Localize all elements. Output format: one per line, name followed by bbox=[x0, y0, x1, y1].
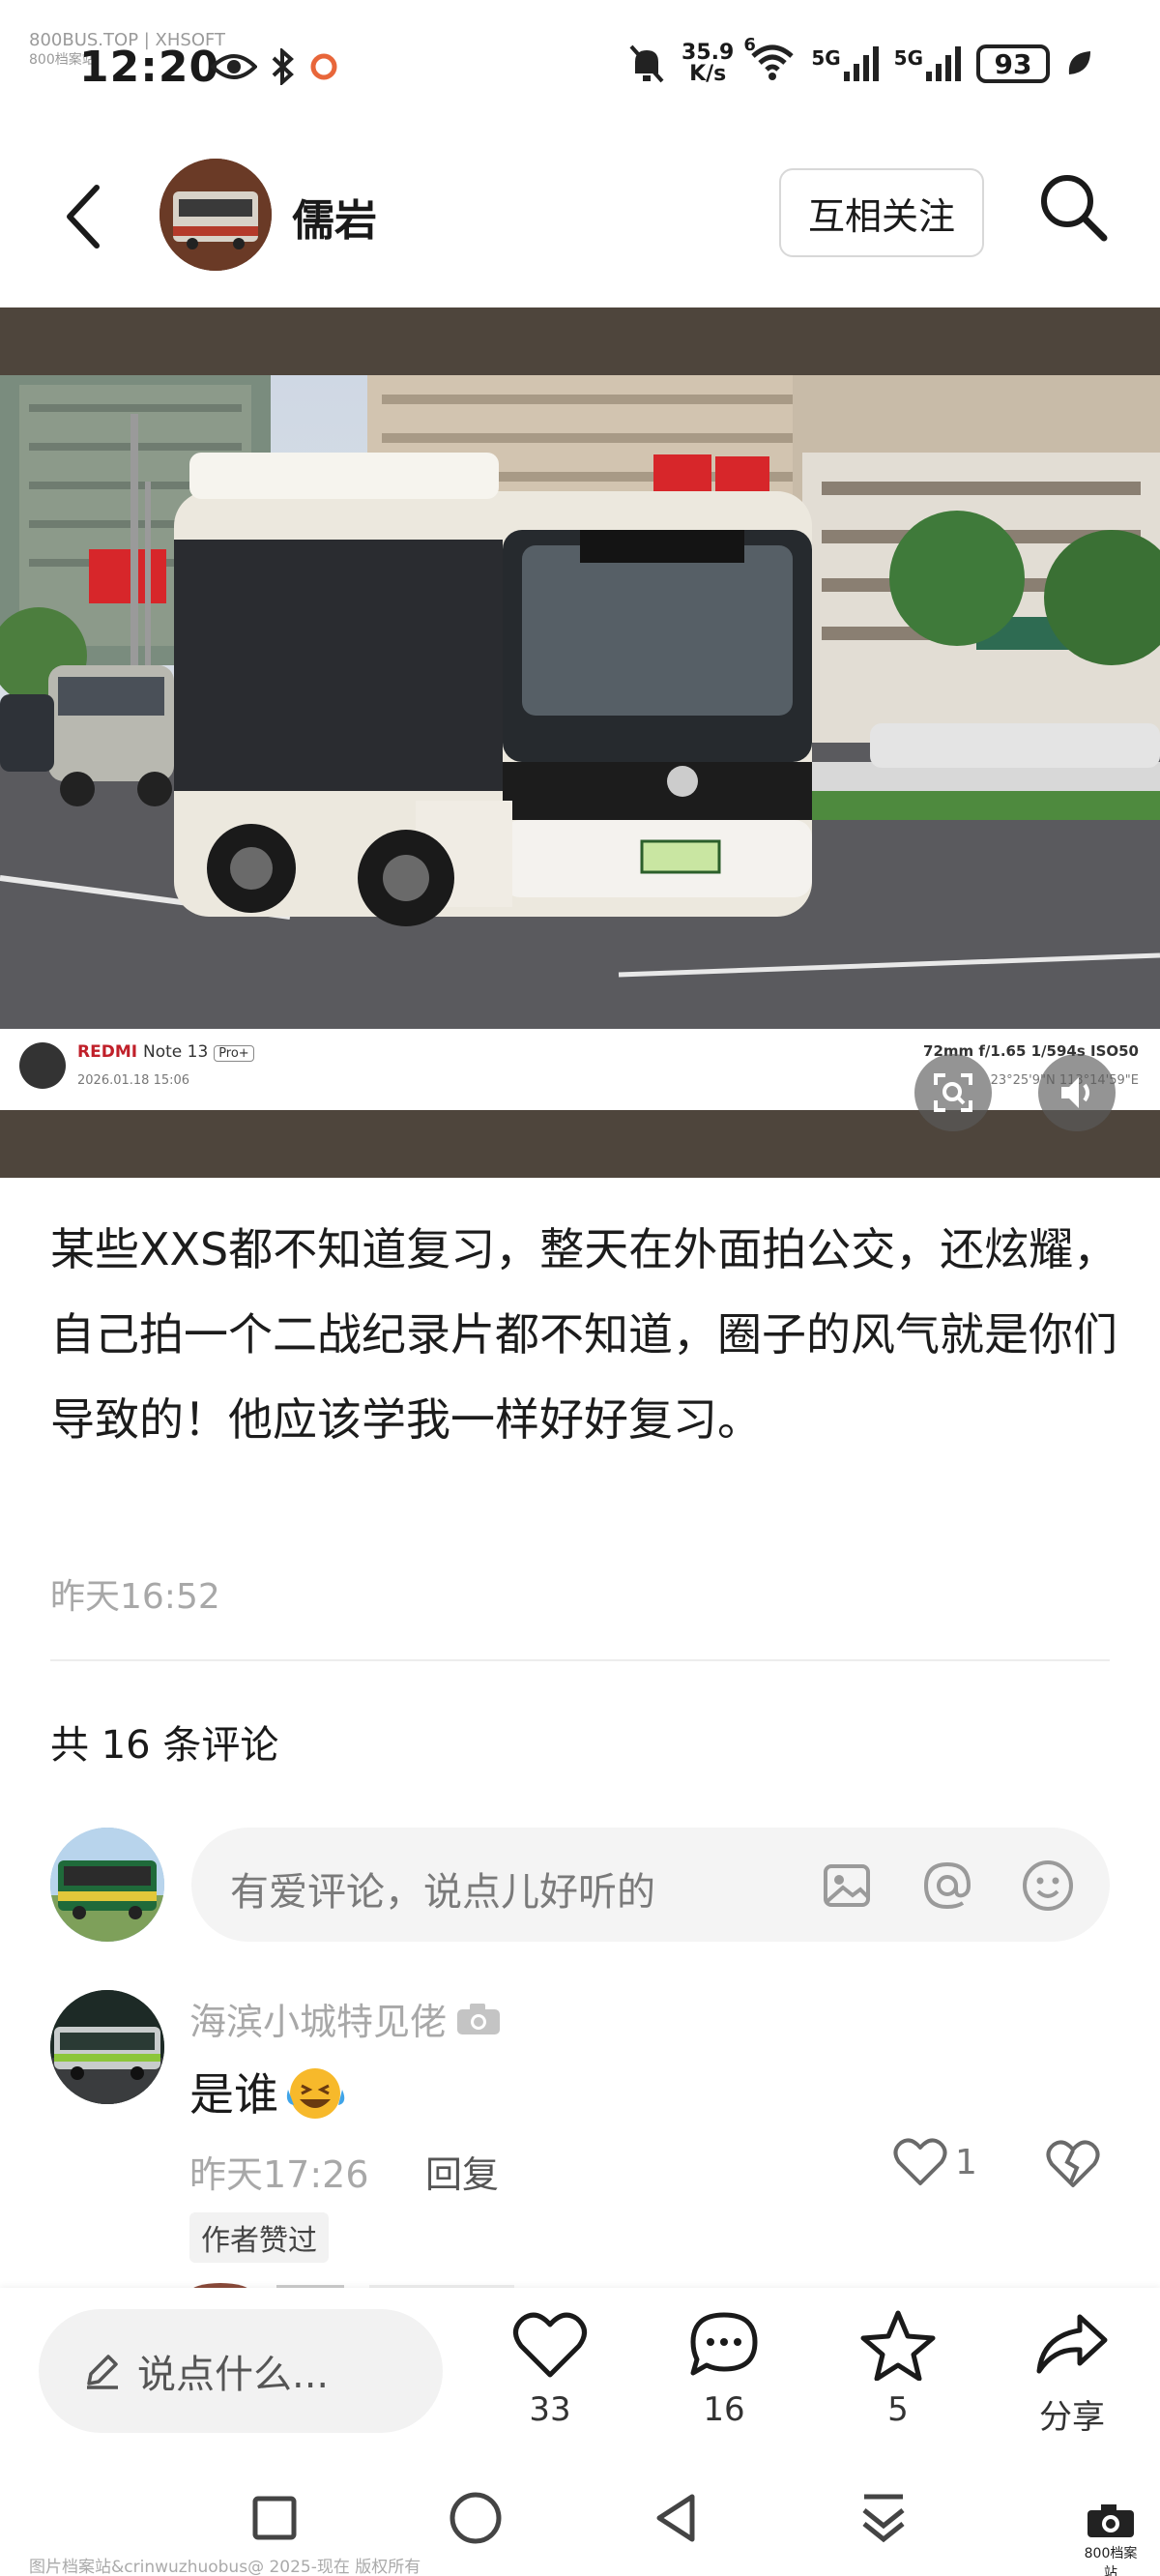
star-button[interactable]: 5 bbox=[835, 2309, 961, 2429]
comment-time: 昨天17:26 bbox=[189, 2153, 369, 2196]
comment-dislike-button[interactable] bbox=[1046, 2139, 1100, 2193]
bottom-action-bar: 说点什么... 33 16 5 分享 bbox=[0, 2288, 1160, 2470]
header: 儒岩 互相关注 bbox=[0, 145, 1160, 290]
speaker-icon bbox=[1061, 1077, 1089, 1108]
post-image-container[interactable]: REDMI Note 13 Pro+ 2026.01.18 15:06 72mm… bbox=[0, 307, 1160, 1178]
signal-2-label: 5G bbox=[893, 46, 923, 70]
pencil-icon bbox=[87, 2355, 118, 2389]
camera-logo-icon bbox=[1088, 2504, 1134, 2537]
camera-logo-icon bbox=[19, 1042, 66, 1089]
exif-brand: REDMI bbox=[77, 1042, 138, 1062]
scan-search-icon bbox=[934, 1073, 972, 1112]
back-button[interactable] bbox=[58, 180, 112, 253]
say-something-placeholder: 说点什么... bbox=[137, 2353, 330, 2397]
image-search-button[interactable] bbox=[914, 1054, 992, 1131]
share-button[interactable]: 分享 bbox=[1009, 2309, 1135, 2438]
comment-count: 共 16 条评论 bbox=[50, 1723, 279, 1768]
emoji-icon[interactable] bbox=[1019, 1857, 1077, 1915]
signal-1: 5G bbox=[811, 46, 879, 81]
wifi-sub-label: 6 bbox=[743, 35, 756, 55]
signal-bars-icon bbox=[926, 46, 961, 81]
triangle-back-icon bbox=[656, 2494, 695, 2542]
divider bbox=[50, 1659, 1110, 1661]
share-arrow-icon bbox=[1036, 2314, 1108, 2374]
comment-text-body: 是谁 bbox=[189, 2068, 278, 2121]
commenter-name[interactable]: 海滨小城特见佬 bbox=[189, 1992, 503, 2045]
like-count: 33 bbox=[529, 2390, 571, 2429]
author-name[interactable]: 儒岩 bbox=[292, 186, 377, 248]
heart-outline-icon bbox=[513, 2312, 587, 2378]
bus-photo-thumbnail bbox=[50, 1990, 164, 2104]
camera-icon bbox=[457, 2003, 501, 2034]
dropdown-nav-button[interactable] bbox=[855, 2489, 913, 2547]
exif-model-badge: Pro+ bbox=[214, 1045, 254, 1062]
image-icon[interactable] bbox=[818, 1857, 876, 1915]
author-avatar[interactable] bbox=[160, 159, 272, 271]
say-something-input[interactable]: 说点什么... bbox=[39, 2309, 443, 2433]
my-avatar[interactable] bbox=[50, 1828, 164, 1942]
battery-indicator: 93 bbox=[976, 44, 1050, 83]
comment-input-placeholder: 有爱评论，说点儿好听的 bbox=[230, 1870, 655, 1915]
share-label: 分享 bbox=[1039, 2398, 1105, 2437]
exif-model: Note 13 bbox=[142, 1042, 209, 1062]
bluetooth-icon bbox=[272, 48, 294, 85]
status-time: 12:20 bbox=[79, 43, 220, 92]
search-icon bbox=[1041, 175, 1108, 242]
chevron-down-icon bbox=[862, 2494, 905, 2543]
net-speed: 35.9 K/s bbox=[682, 43, 734, 85]
laughing-crying-emoji-icon bbox=[286, 2068, 345, 2119]
author-liked-badge: 作者赞过 bbox=[189, 2212, 329, 2263]
watermark-bottom: 图片档案站&crinwuzhuobus@ 2025-现在 版权所有 bbox=[29, 2558, 421, 2576]
wifi-indicator: 6 bbox=[743, 35, 796, 85]
circle-icon bbox=[450, 2492, 502, 2544]
status-icons-left bbox=[211, 48, 338, 85]
comment-like-button[interactable]: 1 bbox=[893, 2137, 977, 2187]
signal-1-label: 5G bbox=[811, 46, 841, 70]
broken-heart-icon bbox=[1046, 2140, 1100, 2187]
watermark-logo: 800档案站 bbox=[1081, 2503, 1141, 2576]
comment-count-bottom: 16 bbox=[703, 2390, 745, 2429]
square-icon bbox=[252, 2496, 297, 2540]
reply-button[interactable]: 回复 bbox=[425, 2145, 499, 2198]
post-time: 昨天16:52 bbox=[50, 1577, 220, 1617]
chevron-left-icon bbox=[67, 185, 100, 249]
comment-input[interactable]: 有爱评论，说点儿好听的 bbox=[191, 1828, 1110, 1942]
comment-like-count: 1 bbox=[955, 2142, 977, 2182]
exif-date: 2026.01.18 15:06 bbox=[77, 1073, 190, 1088]
like-button[interactable]: 33 bbox=[487, 2309, 613, 2429]
post-body: 某些XXS都不知道复习，整天在外面拍公交，还炫耀，自己拍一个二战纪录片都不知道，… bbox=[50, 1223, 1118, 1446]
net-speed-unit: K/s bbox=[689, 62, 727, 86]
follow-button[interactable]: 互相关注 bbox=[779, 168, 984, 257]
watermark-logo-text: 800档案站 bbox=[1084, 2546, 1138, 2576]
photo-overlay: REDMI Note 13 Pro+ 2026.01.18 15:06 72mm… bbox=[0, 307, 1160, 1178]
net-speed-value: 35.9 bbox=[682, 41, 735, 65]
commenter-avatar[interactable] bbox=[50, 1990, 164, 2104]
mention-icon[interactable] bbox=[918, 1857, 976, 1915]
signal-2: 5G bbox=[894, 46, 961, 81]
signal-bars-icon bbox=[843, 46, 879, 81]
comment-text: 是谁 bbox=[189, 2060, 352, 2123]
search-button[interactable] bbox=[1034, 168, 1112, 249]
bus-photo-thumbnail bbox=[160, 159, 272, 271]
heart-outline-icon bbox=[893, 2138, 947, 2185]
mute-icon bbox=[629, 44, 664, 83]
status-icons-right: 35.9 K/s 6 5G 5G 93 bbox=[627, 35, 1092, 85]
wifi-icon bbox=[751, 44, 794, 80]
star-count: 5 bbox=[887, 2390, 909, 2429]
record-indicator-icon bbox=[310, 53, 337, 80]
eye-icon bbox=[211, 54, 257, 79]
commenter-name-text: 海滨小城特见佬 bbox=[189, 2001, 448, 2043]
comment-button[interactable]: 16 bbox=[661, 2309, 787, 2429]
volume-button[interactable] bbox=[1038, 1054, 1116, 1131]
recent-apps-button[interactable] bbox=[246, 2489, 304, 2547]
home-button[interactable] bbox=[447, 2489, 505, 2547]
star-outline-icon bbox=[860, 2310, 936, 2382]
back-nav-button[interactable] bbox=[648, 2489, 706, 2547]
leaf-icon bbox=[1068, 51, 1090, 74]
chat-bubble-icon bbox=[690, 2312, 758, 2376]
status-bar: 800BUS.TOP | XHSOFT 800档案站 12:20 35.9 K/… bbox=[0, 0, 1160, 145]
exif-device: REDMI Note 13 Pro+ bbox=[77, 1042, 254, 1062]
bus-photo-thumbnail bbox=[50, 1828, 164, 1942]
